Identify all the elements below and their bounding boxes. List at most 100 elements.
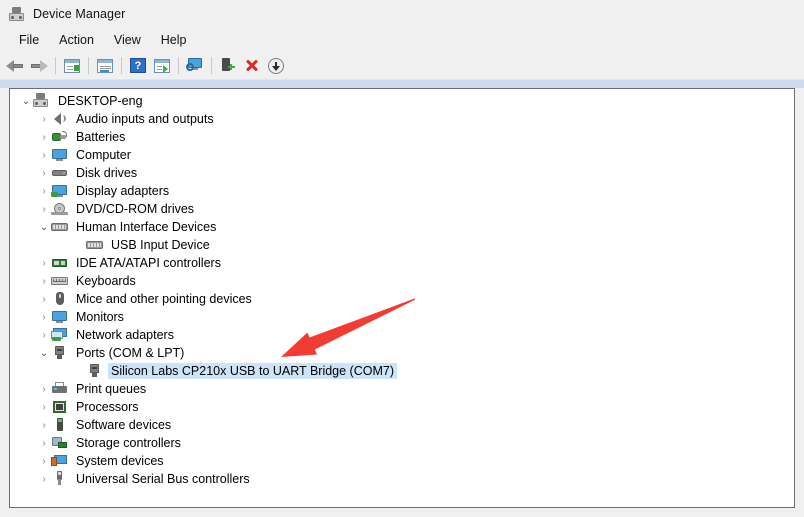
device-manager-icon	[9, 7, 24, 21]
chevron-right-icon[interactable]: ›	[37, 272, 51, 290]
tree-item-label: Computer	[73, 147, 134, 163]
tree-item-label: Display adapters	[73, 183, 172, 199]
menu-help[interactable]: Help	[151, 31, 197, 49]
forward-button[interactable]	[27, 54, 51, 77]
computer-root-icon	[33, 93, 50, 109]
chevron-right-icon[interactable]: ›	[37, 434, 51, 452]
mouse-icon	[51, 291, 68, 307]
tree-item-label: Ports (COM & LPT)	[73, 345, 187, 361]
tree-item-label: Network adapters	[73, 327, 177, 343]
scan-hardware-icon	[186, 58, 204, 73]
chevron-right-icon[interactable]: ›	[37, 164, 51, 182]
menu-view[interactable]: View	[104, 31, 151, 49]
chevron-right-icon[interactable]: ›	[37, 146, 51, 164]
tree-item[interactable]: USB Input Device	[10, 236, 794, 254]
printer-icon	[51, 381, 68, 397]
tree-item[interactable]: ›Monitors	[10, 308, 794, 326]
chevron-right-icon[interactable]: ›	[37, 254, 51, 272]
chevron-down-icon[interactable]: ⌄	[19, 92, 33, 110]
chevron-right-icon[interactable]: ›	[37, 200, 51, 218]
port-icon	[51, 345, 68, 361]
tree-item-selected[interactable]: Silicon Labs CP210x USB to UART Bridge (…	[10, 362, 794, 380]
chevron-right-icon[interactable]: ›	[37, 128, 51, 146]
device-manager-window: Device Manager File Action View Help	[0, 0, 804, 517]
dvd-drive-icon	[51, 201, 68, 217]
red-x-icon	[244, 58, 260, 73]
speaker-icon	[51, 111, 68, 127]
window-title: Device Manager	[33, 7, 125, 21]
disk-drive-icon	[51, 165, 68, 181]
menu-file[interactable]: File	[9, 31, 49, 49]
device-tree[interactable]: ⌄DESKTOP-eng›Audio inputs and outputs›Ba…	[10, 89, 794, 488]
hid-icon	[51, 219, 68, 235]
disable-device-button[interactable]	[264, 54, 288, 77]
chevron-right-icon[interactable]: ›	[37, 290, 51, 308]
chevron-right-icon[interactable]: ›	[37, 398, 51, 416]
action-pane-icon	[154, 59, 170, 73]
tree-item[interactable]: › Mice and other pointing devices	[10, 290, 794, 308]
tree-item[interactable]: › DVD/CD-ROM drives	[10, 200, 794, 218]
chevron-right-icon[interactable]: ›	[37, 452, 51, 470]
show-hide-action-pane-button[interactable]	[150, 54, 174, 77]
tree-item[interactable]: ›System devices	[10, 452, 794, 470]
chevron-right-icon[interactable]: ›	[37, 308, 51, 326]
chevron-right-icon[interactable]: ›	[37, 470, 51, 488]
tree-item-label: Batteries	[73, 129, 128, 145]
system-device-icon	[51, 453, 68, 469]
menu-action[interactable]: Action	[49, 31, 104, 49]
tree-item[interactable]: › Universal Serial Bus controllers	[10, 470, 794, 488]
chevron-right-icon[interactable]: ›	[37, 416, 51, 434]
tree-item[interactable]: ⌄ Ports (COM & LPT)	[10, 344, 794, 362]
ide-controller-icon	[51, 255, 68, 271]
toolbar: ?	[0, 52, 804, 79]
back-button[interactable]	[3, 54, 27, 77]
tree-item[interactable]: ›IDE ATA/ATAPI controllers	[10, 254, 794, 272]
tree-item[interactable]: › Display adapters	[10, 182, 794, 200]
monitor-icon	[51, 147, 68, 163]
tree-item[interactable]: ⌄DESKTOP-eng	[10, 92, 794, 110]
chevron-down-icon[interactable]: ⌄	[37, 218, 51, 236]
chevron-right-icon[interactable]: ›	[37, 380, 51, 398]
menu-bar: File Action View Help	[0, 28, 804, 52]
hid-icon	[86, 237, 103, 253]
tree-item[interactable]: › Network adapters	[10, 326, 794, 344]
tree-item-label: Print queues	[73, 381, 149, 397]
tree-item[interactable]: › Disk drives	[10, 164, 794, 182]
update-driver-icon	[220, 58, 236, 73]
tree-item[interactable]: ›Audio inputs and outputs	[10, 110, 794, 128]
software-device-icon	[51, 417, 68, 433]
tree-item[interactable]: ›Keyboards	[10, 272, 794, 290]
toolbar-separator	[211, 57, 212, 74]
help-button[interactable]: ?	[126, 54, 150, 77]
tree-item[interactable]: › Computer	[10, 146, 794, 164]
tree-item[interactable]: ⌄Human Interface Devices	[10, 218, 794, 236]
chevron-right-icon[interactable]: ›	[37, 182, 51, 200]
chevron-right-icon[interactable]: ›	[37, 110, 51, 128]
scan-for-hardware-changes-button[interactable]	[183, 54, 207, 77]
title-bar: Device Manager	[0, 0, 804, 28]
tree-item-label: Universal Serial Bus controllers	[73, 471, 253, 487]
tree-item-label: Disk drives	[73, 165, 140, 181]
update-driver-button[interactable]	[216, 54, 240, 77]
tree-item[interactable]: › Batteries	[10, 128, 794, 146]
tree-item[interactable]: › Storage controllers	[10, 434, 794, 452]
chevron-down-icon[interactable]: ⌄	[37, 344, 51, 362]
tree-item-label: Mice and other pointing devices	[73, 291, 255, 307]
properties-button[interactable]	[93, 54, 117, 77]
tree-item[interactable]: › Print queues	[10, 380, 794, 398]
battery-icon	[51, 129, 68, 145]
toolbar-separator	[121, 57, 122, 74]
tree-item[interactable]: › Processors	[10, 398, 794, 416]
tree-item-label: Processors	[73, 399, 142, 415]
show-hide-console-tree-button[interactable]	[60, 54, 84, 77]
tree-item-label: DVD/CD-ROM drives	[73, 201, 197, 217]
content-area: ⌄DESKTOP-eng›Audio inputs and outputs›Ba…	[0, 88, 804, 517]
processor-icon	[51, 399, 68, 415]
chevron-right-icon[interactable]: ›	[37, 326, 51, 344]
device-tree-panel[interactable]: ⌄DESKTOP-eng›Audio inputs and outputs›Ba…	[9, 88, 795, 508]
tree-item-label: Silicon Labs CP210x USB to UART Bridge (…	[108, 363, 397, 379]
tree-item-label: Storage controllers	[73, 435, 184, 451]
storage-controller-icon	[51, 435, 68, 451]
tree-item[interactable]: ›Software devices	[10, 416, 794, 434]
uninstall-device-button[interactable]	[240, 54, 264, 77]
